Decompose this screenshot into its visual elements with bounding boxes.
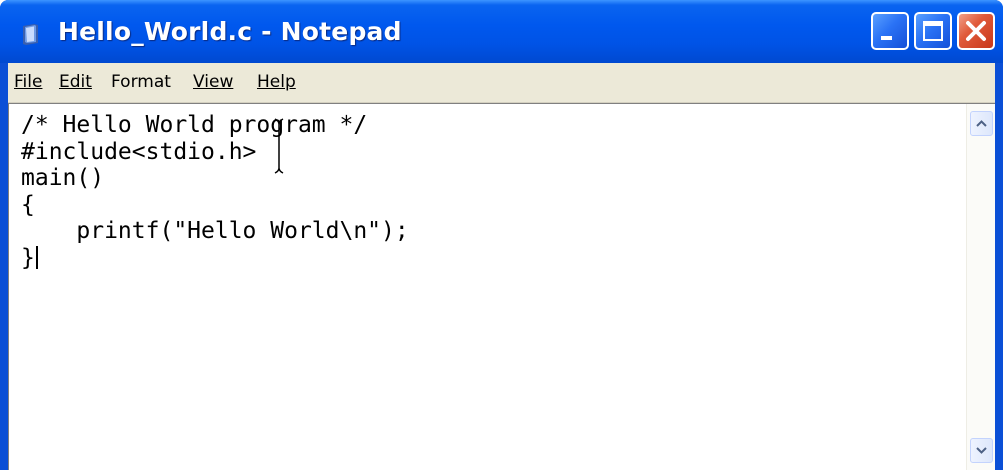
scroll-up-button[interactable]: [970, 111, 993, 136]
editor-text[interactable]: /* Hello World program */ #include<stdio…: [21, 112, 409, 271]
menu-file-label: File: [14, 72, 43, 92]
menu-edit-label: Edit: [59, 72, 92, 92]
menu-view-label: View: [193, 72, 234, 92]
close-icon: [966, 21, 986, 41]
chevron-up-icon: [976, 120, 987, 127]
menu-help-label: Help: [257, 72, 296, 92]
maximize-button[interactable]: [914, 12, 952, 50]
chevron-down-icon: [976, 447, 987, 454]
menu-edit[interactable]: Edit: [59, 72, 92, 92]
menu-file[interactable]: File: [14, 72, 42, 92]
window-title: Hello_World.c - Notepad: [58, 17, 402, 46]
notepad-icon: [23, 24, 38, 45]
text-caret: [35, 245, 38, 269]
scroll-down-button[interactable]: [970, 438, 993, 463]
minimize-button[interactable]: [871, 12, 909, 50]
menu-view[interactable]: View: [193, 72, 233, 92]
ibeam-cursor-icon: [274, 118, 284, 174]
editor-pane[interactable]: /* Hello World program */ #include<stdio…: [8, 103, 995, 470]
maximize-icon: [923, 21, 943, 41]
text-editor[interactable]: /* Hello World program */ #include<stdio…: [21, 112, 961, 467]
menu-bar: File Edit Format View Help: [8, 63, 995, 103]
vertical-scrollbar[interactable]: [966, 104, 995, 470]
minimize-icon: [881, 36, 892, 40]
notepad-window: Hello_World.c - Notepad File Edit Format…: [0, 0, 1003, 470]
close-button[interactable]: [957, 12, 995, 50]
title-bar[interactable]: Hello_World.c - Notepad: [0, 0, 1003, 63]
menu-help[interactable]: Help: [257, 72, 296, 92]
menu-format[interactable]: Format: [111, 72, 171, 92]
menu-format-label: Format: [111, 72, 171, 92]
